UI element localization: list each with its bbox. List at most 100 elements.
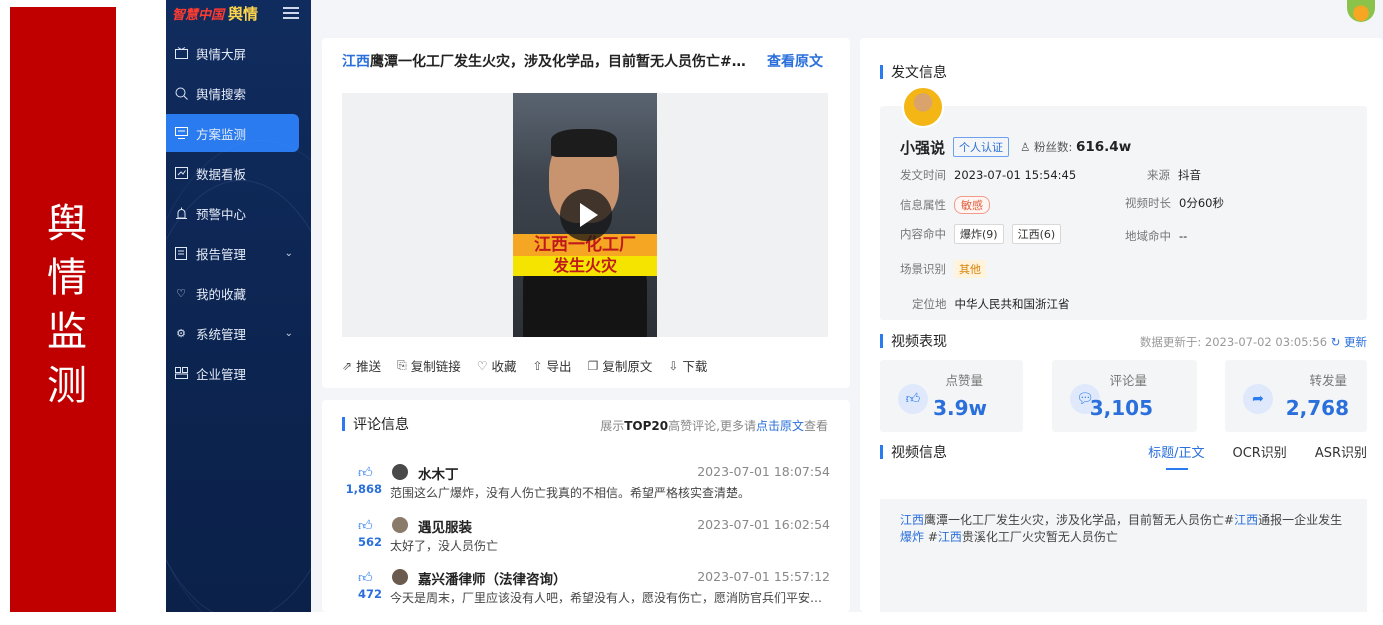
video-description: 江西鹰潭一化工厂发生火灾，涉及化学品，目前暂无人员伤亡#江西通报一企业发生爆炸 … — [880, 499, 1367, 612]
fans-label: 粉丝数: — [1033, 140, 1073, 154]
commenter-avatar — [392, 517, 408, 533]
thumbs-up-icon[interactable]: 👍︎ — [358, 569, 373, 586]
push-button[interactable]: ⇗ 推送 — [342, 356, 381, 375]
user-avatar[interactable] — [1347, 0, 1375, 22]
sidebar-item-label: 舆情大屏 — [196, 46, 247, 62]
sidebar-decoration — [166, 140, 311, 612]
duration-row: 视频时长 0分60秒 — [1125, 195, 1224, 211]
user-icon: ♙ — [1020, 140, 1034, 154]
keyword-highlight: 江西 — [1234, 513, 1259, 527]
duration-label: 视频时长 — [1125, 196, 1171, 210]
video-info-title-text: 视频信息 — [891, 445, 947, 461]
region-hit-label: 地域命中 — [1125, 229, 1171, 243]
keyword-highlight: 爆炸 — [900, 530, 925, 544]
video-info-tabs: 标题/正文 OCR识别 ASR识别 — [1148, 442, 1367, 470]
content-hit-chip[interactable]: 江西(6) — [1011, 224, 1062, 244]
comments-card: 评论信息 展示TOP20高赞评论,更多请点击原文查看 👍︎ 1,868 水木丁 … — [322, 400, 850, 612]
monitor-icon — [174, 46, 188, 60]
thumbs-up-icon[interactable]: 👍︎ — [358, 517, 373, 534]
video-title-text: 江西鹰潭一化工厂发生火灾，涉及化学品，目前暂无人员伤亡#江西通报一企业发生爆炸 — [342, 51, 747, 71]
attr-label: 信息属性 — [900, 198, 946, 212]
content-hit-label: 内容命中 — [900, 227, 946, 241]
title-accent-bar — [880, 334, 883, 348]
comments-title-text: 评论信息 — [353, 417, 409, 433]
hint-click-original-link[interactable]: 点击原文 — [756, 419, 804, 433]
commenter-name: 遇见服装 — [418, 520, 472, 536]
author-name[interactable]: 小强说 — [900, 137, 945, 158]
comment-item: 👍︎ 562 遇见服装 2023-07-01 16:02:54 太好了，没人员伤… — [342, 513, 830, 559]
refresh-icon: ↻ — [1330, 335, 1344, 349]
title-accent-bar — [342, 417, 345, 431]
likes-stat: 👍︎ 点赞量 3.9w — [880, 360, 1023, 432]
video-player[interactable]: 江西一化工厂 发生火灾 — [342, 93, 828, 337]
location-value: 中华人民共和国浙江省 — [954, 297, 1070, 311]
comment-likes: 472 — [357, 587, 382, 601]
dashboard-icon — [174, 166, 188, 180]
share-icon: ➦ — [1243, 384, 1273, 414]
refresh-button[interactable]: ↻ 更新 — [1331, 335, 1367, 349]
hint-mid: 高赞评论,更多请 — [668, 419, 756, 433]
side-banner-text: 舆情监测 — [40, 201, 86, 418]
video-card: 江西鹰潭一化工厂发生火灾，涉及化学品，目前暂无人员伤亡#江西通报一企业发生爆炸 … — [322, 38, 850, 388]
keyword-highlight: 江西 — [900, 513, 925, 527]
export-icon: ⇧ — [532, 358, 543, 373]
likes-label: 点赞量 — [945, 373, 983, 388]
sidebar-item-label: 方案监测 — [196, 126, 247, 142]
description-text: 鹰潭一化工厂发生火灾，涉及化学品，目前暂无人员伤亡# — [924, 513, 1235, 527]
performance-title-text: 视频表现 — [891, 334, 947, 350]
location-row: 定位地 中华人民共和国浙江省 — [912, 296, 1070, 312]
app-logo: 智慧中国 舆情 — [166, 0, 311, 26]
menu-toggle-icon[interactable] — [283, 7, 299, 19]
comments-value: 3,105 — [1089, 396, 1153, 420]
comment-time: 2023-07-01 18:07:54 — [697, 464, 830, 479]
favorite-button[interactable]: ♡ 收藏 — [477, 356, 517, 375]
sidebar-item-screen[interactable]: 舆情大屏 — [166, 34, 311, 72]
play-button[interactable] — [560, 189, 612, 241]
description-text: # — [924, 530, 938, 544]
sidebar-item-search[interactable]: 舆情搜索 — [166, 74, 311, 112]
logo-mark: 智慧中国 — [172, 7, 225, 23]
commenter-name: 嘉兴潘律师（法律咨询） — [418, 572, 567, 588]
view-original-link[interactable]: 查看原文 — [767, 51, 823, 71]
copy-link-button[interactable]: ⎘ 复制链接 — [397, 356, 461, 375]
side-banner: 舆情监测 — [10, 7, 116, 612]
hint-suffix: 查看 — [803, 419, 828, 433]
publish-time-value: 2023-07-01 15:54:45 — [954, 168, 1077, 182]
refresh-label: 更新 — [1344, 335, 1367, 349]
description-text: 通报一企业发生 — [1258, 513, 1343, 527]
download-button[interactable]: ⇩ 下载 — [668, 356, 707, 375]
post-info-title: 发文信息 — [880, 62, 947, 82]
publish-time-row: 发文时间 2023-07-01 15:54:45 — [900, 167, 1076, 183]
verified-badge: 个人认证 — [953, 137, 1009, 157]
comment-text: 范围这么广爆炸，没有人伤亡我真的不相信。希望严格核实查清楚。 — [390, 486, 751, 500]
region-hit-value: -- — [1179, 229, 1188, 243]
comment-time: 2023-07-01 16:02:54 — [697, 517, 830, 532]
favorite-label: 收藏 — [491, 359, 517, 374]
thumbs-up-icon[interactable]: 👍︎ — [358, 464, 373, 481]
source-row: 来源 抖音 — [1147, 167, 1201, 183]
author-avatar[interactable] — [902, 86, 944, 128]
export-label: 导出 — [546, 359, 572, 374]
likes-value: 3.9w — [933, 396, 987, 420]
tab-ocr[interactable]: OCR识别 — [1232, 442, 1286, 461]
tab-title-body[interactable]: 标题/正文 — [1148, 442, 1204, 470]
scheme-icon — [174, 126, 188, 140]
copy-icon: ❐ — [587, 358, 599, 373]
comment-item: 👍︎ 472 嘉兴潘律师（法律咨询） 2023-07-01 15:57:12 今… — [342, 565, 830, 611]
video-title: 江西鹰潭一化工厂发生火灾，涉及化学品，目前暂无人员伤亡#江西通报一企业发生爆炸 … — [342, 51, 832, 71]
share-icon: ⇗ — [342, 358, 353, 373]
export-button[interactable]: ⇧ 导出 — [532, 356, 571, 375]
description-text: 贵溪化工厂火灾暂无人员伤亡 — [961, 530, 1118, 544]
comment-time: 2023-07-01 15:57:12 — [697, 569, 830, 584]
update-prefix: 数据更新于: — [1139, 335, 1202, 349]
video-info-title: 视频信息 — [880, 442, 947, 462]
commenter-name: 水木丁 — [418, 467, 459, 483]
tab-asr[interactable]: ASR识别 — [1315, 442, 1367, 461]
shares-value: 2,768 — [1285, 396, 1349, 420]
copy-text-button[interactable]: ❐ 复制原文 — [588, 356, 653, 375]
shares-stat: ➦ 转发量 2,768 — [1225, 360, 1367, 432]
duration-value: 0分60秒 — [1179, 196, 1224, 210]
scene-row: 场景识别 其他 — [900, 260, 986, 278]
content-hit-chip[interactable]: 爆炸(9) — [954, 224, 1004, 244]
commenter-avatar — [392, 464, 408, 480]
